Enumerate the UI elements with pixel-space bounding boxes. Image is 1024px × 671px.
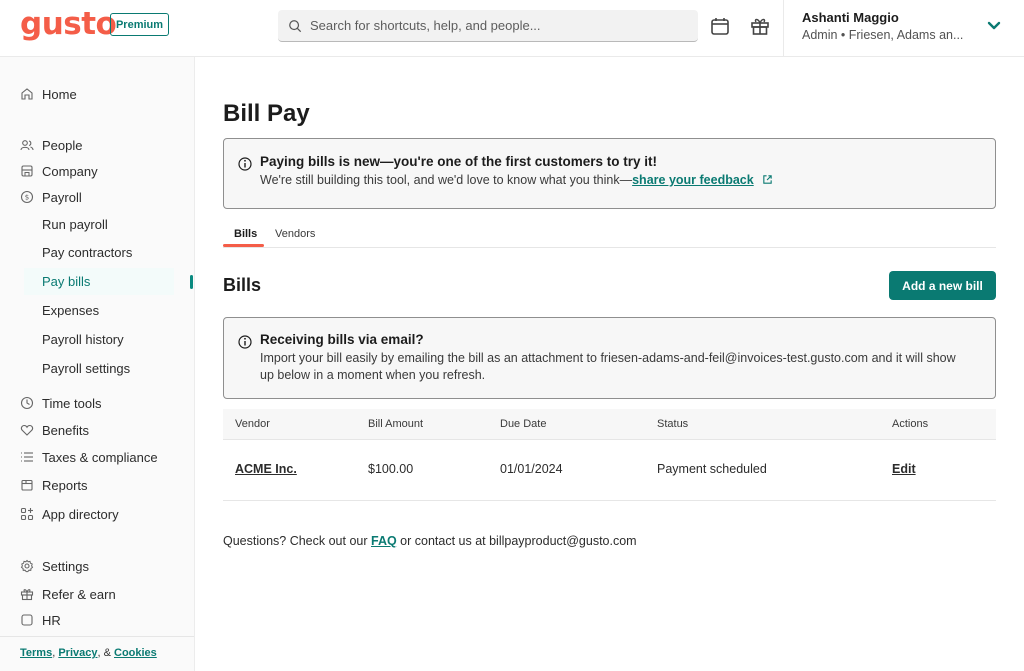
gift-icon[interactable] — [749, 15, 771, 37]
home-icon — [21, 88, 33, 100]
account-menu[interactable]: Ashanti Maggio Admin • Friesen, Adams an… — [783, 0, 1024, 57]
terms-link[interactable]: Terms — [20, 647, 52, 659]
sidebar-item-reports[interactable]: Reports — [20, 473, 190, 497]
gear-icon — [20, 559, 34, 573]
column-header-actions: Actions — [892, 418, 929, 430]
sidebar-item-app-directory[interactable]: App directory — [20, 502, 190, 526]
sidebar-item-refer-earn[interactable]: Refer & earn — [20, 582, 190, 606]
sidebar-item-people[interactable]: People — [20, 133, 190, 157]
help-prefix: Questions? Check out our — [223, 534, 371, 548]
bills-table: Vendor Bill Amount Due Date Status Actio… — [223, 409, 996, 501]
info-icon — [238, 157, 252, 171]
dollar-circle-icon: $ — [20, 190, 34, 204]
search-input[interactable] — [310, 18, 690, 33]
table-header: Vendor Bill Amount Due Date Status Actio… — [223, 409, 996, 440]
cookies-link[interactable]: Cookies — [114, 647, 157, 659]
separator: , & — [97, 647, 114, 659]
sidebar-item-label: Time tools — [42, 395, 102, 411]
sidebar-item-label: Reports — [42, 477, 88, 493]
sidebar-item-expenses[interactable]: Expenses — [24, 297, 174, 324]
tab-vendors[interactable]: Vendors — [275, 228, 315, 240]
active-tab-indicator — [223, 244, 264, 247]
sidebar-item-label: Company — [42, 163, 98, 179]
user-name: Ashanti Maggio — [802, 10, 899, 25]
folder-icon — [21, 479, 33, 491]
alert-title: Receiving bills via email? — [260, 332, 424, 347]
bill-amount: $100.00 — [368, 462, 414, 476]
premium-badge[interactable]: Premium — [110, 13, 169, 36]
new-feature-alert: Paying bills is new—you're one of the fi… — [223, 138, 996, 209]
faq-link[interactable]: FAQ — [371, 534, 397, 548]
sidebar-item-taxes-compliance[interactable]: Taxes & compliance — [20, 445, 190, 469]
sidebar-item-label: Refer & earn — [42, 586, 116, 602]
help-suffix: or contact us at billpayproduct@gusto.co… — [396, 534, 637, 548]
sidebar-item-hr[interactable]: HR — [20, 610, 190, 630]
sidebar-item-payroll[interactable]: $ Payroll — [20, 185, 190, 209]
sidebar-item-company[interactable]: Company — [20, 159, 190, 183]
sidebar-item-payroll-history[interactable]: Payroll history — [24, 326, 174, 353]
sidebar-item-label: HR — [42, 612, 61, 628]
sidebar-item-benefits[interactable]: Benefits — [20, 418, 190, 442]
column-header-bill-amount[interactable]: Bill Amount — [368, 418, 423, 430]
sidebar-item-label: App directory — [42, 506, 119, 522]
page-title: Bill Pay — [223, 100, 310, 127]
svg-text:$: $ — [25, 194, 29, 202]
sidebar-item-label: Benefits — [42, 422, 89, 438]
sidebar-item-payroll-settings[interactable]: Payroll settings — [24, 355, 174, 382]
share-feedback-link[interactable]: share your feedback — [632, 173, 754, 187]
sidebar-item-label: Settings — [42, 558, 89, 574]
help-footer: Questions? Check out our FAQ or contact … — [223, 534, 637, 548]
sidebar-item-time-tools[interactable]: Time tools — [20, 391, 190, 415]
top-bar: gusto Premium Ashanti Maggio Admin • Fri… — [0, 0, 1024, 57]
clock-icon — [20, 396, 34, 410]
sidebar: Home People Company $ Payroll Run payrol… — [0, 57, 195, 671]
gift-icon — [20, 589, 34, 601]
search-icon — [289, 19, 302, 32]
email-bills-alert: Receiving bills via email? Import your b… — [223, 317, 996, 399]
edit-bill-link[interactable]: Edit — [892, 462, 916, 476]
hr-icon — [21, 614, 33, 626]
table-row: ACME Inc. $100.00 01/01/2024 Payment sch… — [223, 440, 996, 501]
due-date: 01/01/2024 — [500, 462, 563, 476]
alert-body: We're still building this tool, and we'd… — [260, 172, 960, 189]
user-role-company: Admin • Friesen, Adams an... — [802, 28, 964, 42]
bill-status: Payment scheduled — [657, 462, 767, 476]
alert-title: Paying bills is new—you're one of the fi… — [260, 154, 658, 169]
sidebar-item-label: Payroll — [42, 189, 82, 205]
column-header-status[interactable]: Status — [657, 418, 688, 430]
external-link-icon[interactable] — [762, 174, 773, 185]
sidebar-item-home[interactable]: Home — [20, 82, 190, 106]
add-new-bill-button[interactable]: Add a new bill — [889, 271, 996, 300]
apps-icon — [20, 507, 34, 521]
sidebar-item-pay-contractors[interactable]: Pay contractors — [24, 239, 174, 266]
column-header-vendor[interactable]: Vendor — [235, 418, 270, 430]
calendar-icon[interactable] — [709, 15, 731, 37]
sidebar-item-label: Taxes & compliance — [42, 449, 158, 465]
sidebar-footer: Terms, Privacy, & Cookies — [0, 636, 194, 671]
alert-body: Import your bill easily by emailing the … — [260, 351, 956, 382]
sidebar-item-label: Home — [42, 86, 77, 102]
alert-body-text: We're still building this tool, and we'd… — [260, 173, 633, 187]
sidebar-item-pay-bills[interactable]: Pay bills — [24, 268, 174, 295]
gusto-logo[interactable]: gusto — [20, 6, 117, 42]
chevron-down-icon[interactable] — [986, 18, 1002, 34]
people-icon — [20, 140, 34, 151]
column-header-due-date[interactable]: Due Date — [500, 418, 546, 430]
info-icon — [238, 335, 252, 349]
sidebar-item-run-payroll[interactable]: Run payroll — [24, 211, 174, 238]
section-title: Bills — [223, 275, 262, 295]
list-icon — [21, 452, 33, 462]
sidebar-item-label: People — [42, 137, 83, 153]
tab-bar: Bills Vendors — [223, 222, 996, 248]
privacy-link[interactable]: Privacy — [58, 647, 97, 659]
active-indicator — [190, 275, 193, 289]
vendor-link[interactable]: ACME Inc. — [235, 462, 297, 476]
sidebar-item-settings[interactable]: Settings — [20, 554, 190, 578]
company-icon — [21, 165, 33, 177]
heart-icon — [20, 424, 34, 436]
search-bar[interactable] — [278, 10, 698, 42]
tab-bills[interactable]: Bills — [234, 228, 257, 240]
